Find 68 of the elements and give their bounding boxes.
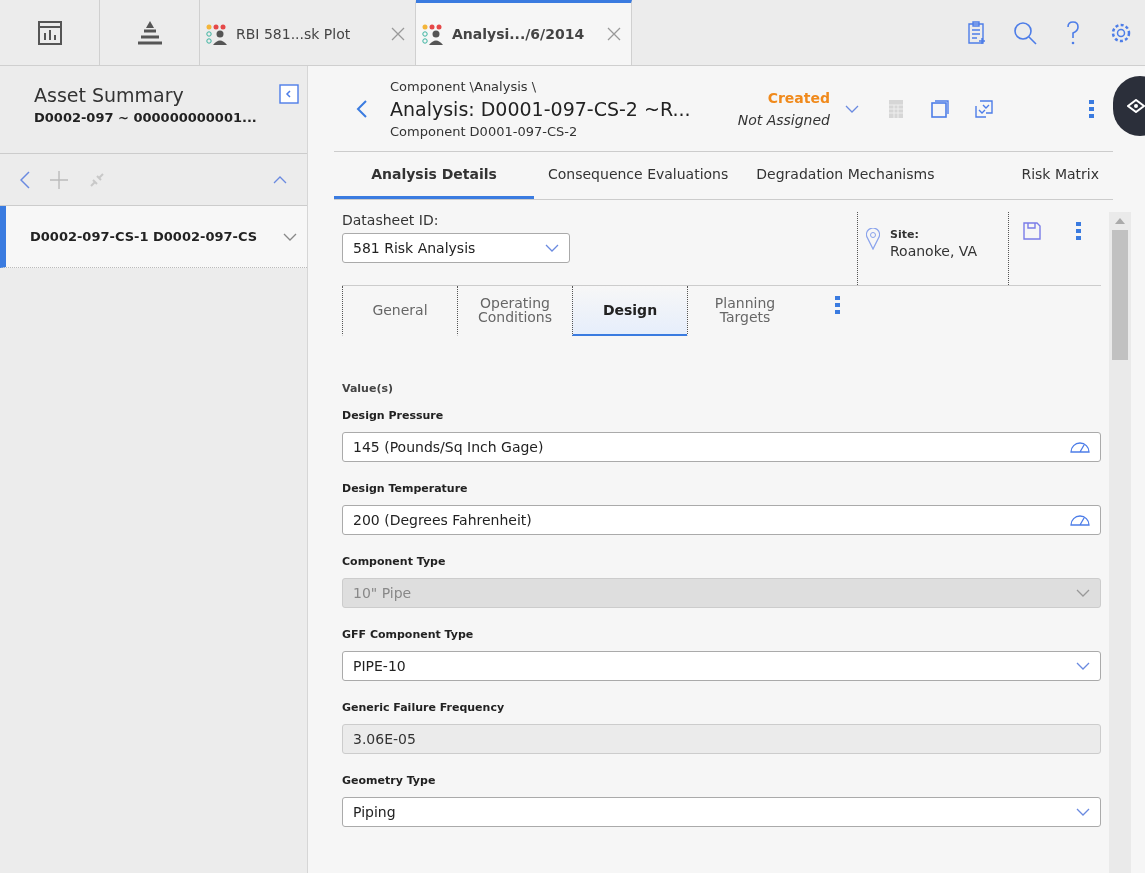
chevron-down-icon	[1076, 662, 1090, 670]
tab[interactable]: Risk Matrix	[1007, 152, 1113, 199]
tab[interactable]: Degradation Mechanisms	[742, 152, 949, 199]
back-icon[interactable]	[20, 170, 30, 189]
copy-icon	[931, 99, 949, 118]
document-tab[interactable]: Analysi.../6/2014	[416, 0, 632, 65]
chevron-down-icon	[545, 244, 559, 252]
help-icon	[1066, 20, 1080, 45]
close-icon	[607, 27, 621, 41]
status-label: Created	[767, 89, 830, 106]
more-icon	[1088, 99, 1094, 118]
pyramid-icon	[135, 19, 164, 46]
settings-icon	[1110, 21, 1132, 44]
field-label: GFF Component Type	[342, 628, 475, 641]
link-icon[interactable]	[88, 170, 106, 189]
section-tab[interactable]: Design	[572, 286, 687, 336]
tree-item[interactable]: D0002-097-CS-1 D0002-097-CS	[0, 206, 307, 268]
select-field[interactable]: PIPE-10	[342, 651, 1101, 681]
calculator-icon	[889, 99, 903, 118]
people-icon	[422, 23, 444, 45]
analysis-subtitle: Component D0001-097-CS-2	[390, 123, 579, 139]
eye-icon	[1127, 99, 1145, 113]
save-icon	[1023, 222, 1041, 240]
analysis-title: Analysis: D0001-097-CS-2 ~R...	[390, 97, 692, 120]
section-title: Value(s)	[342, 382, 394, 395]
datasheet-label: Datasheet ID:	[342, 212, 440, 228]
report-icon	[37, 20, 62, 45]
chevron-down-icon	[1076, 808, 1090, 816]
scroll-up-icon[interactable]	[1115, 218, 1125, 224]
tab[interactable]: Analysis Details	[334, 152, 534, 199]
location-pin-icon	[866, 228, 880, 250]
chevron-up-icon	[273, 175, 287, 184]
chevron-down-icon	[283, 232, 297, 241]
gauge-icon	[1070, 441, 1090, 453]
more-icon	[1075, 222, 1081, 240]
tab[interactable]: Consequence Evaluations	[534, 152, 743, 199]
add-icon[interactable]	[50, 170, 68, 189]
section-tab[interactable]: Planning Targets	[687, 286, 802, 336]
field-label: Generic Failure Frequency	[342, 701, 506, 714]
field-label: Component Type	[342, 555, 447, 568]
field-label: Geometry Type	[342, 774, 437, 787]
chevron-down-icon	[845, 104, 859, 113]
people-icon	[206, 23, 228, 45]
input-field: 3.06E-05	[342, 724, 1101, 754]
field-label: Design Pressure	[342, 409, 445, 422]
breadcrumb: Component \Analysis \	[390, 78, 538, 94]
select-field[interactable]: Piping	[342, 797, 1101, 827]
sidebar-subtitle: D0002-097 ~ 000000000001...	[34, 110, 258, 125]
close-icon	[391, 27, 405, 41]
back-icon	[356, 98, 368, 119]
more-icon	[834, 296, 840, 314]
sync-icon	[975, 99, 993, 118]
gauge-icon	[1070, 514, 1090, 526]
scrollbar[interactable]	[1109, 212, 1131, 873]
sidebar-title: Asset Summary	[34, 84, 185, 106]
field-label: Design Temperature	[342, 482, 469, 495]
clipboard-icon	[967, 20, 987, 45]
datasheet-select[interactable]: 581 Risk Analysis	[342, 233, 570, 263]
section-tab[interactable]: General	[342, 286, 457, 336]
chevron-down-icon	[1076, 589, 1090, 597]
input-field[interactable]: 145 (Pounds/Sq Inch Gage)	[342, 432, 1101, 462]
site-label: Site:	[890, 228, 920, 241]
site-value: Roanoke, VA	[890, 243, 978, 259]
input-field[interactable]: 200 (Degrees Fahrenheit)	[342, 505, 1101, 535]
search-icon	[1013, 20, 1037, 45]
scroll-thumb[interactable]	[1112, 230, 1128, 360]
collapse-icon[interactable]	[279, 84, 299, 104]
assignee-label: Not Assigned	[737, 111, 830, 128]
